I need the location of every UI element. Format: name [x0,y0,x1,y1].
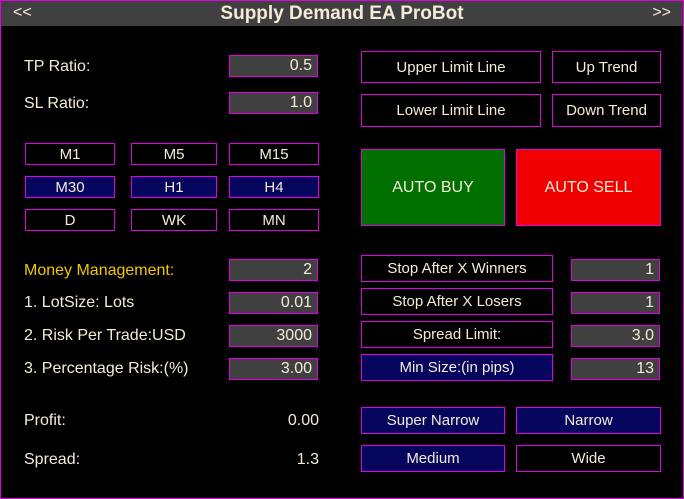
narrow-button[interactable]: Narrow [516,407,661,434]
tp-ratio-input[interactable]: 0.5 [229,55,318,77]
lotsize-input[interactable]: 0.01 [229,292,318,314]
timeframe-m15-button[interactable]: M15 [229,143,319,165]
up-trend-button[interactable]: Up Trend [552,51,661,83]
timeframe-m1-button[interactable]: M1 [25,143,115,165]
timeframe-h1-button[interactable]: H1 [131,176,217,198]
collapse-right-button[interactable]: >> [652,4,671,22]
super-narrow-button[interactable]: Super Narrow [361,407,505,434]
stop-after-losers-input[interactable]: 1 [571,292,660,314]
spread-limit-input[interactable]: 3.0 [571,325,660,347]
money-management-input[interactable]: 2 [229,259,318,281]
spread-value: 1.3 [296,451,319,468]
risk-per-trade-input[interactable]: 3000 [229,325,318,347]
stop-after-losers-button[interactable]: Stop After X Losers [361,288,553,315]
timeframe-m30-button[interactable]: M30 [25,176,115,198]
tp-ratio-label: TP Ratio: [24,58,91,75]
upper-limit-line-button[interactable]: Upper Limit Line [361,51,541,83]
profit-value: 0.00 [287,412,319,429]
percentage-risk-label: 3. Percentage Risk:(%) [24,360,189,377]
wide-button[interactable]: Wide [516,445,661,472]
auto-sell-button[interactable]: AUTO SELL [516,149,661,226]
lower-limit-line-button[interactable]: Lower Limit Line [361,94,541,127]
risk-per-trade-label: 2. Risk Per Trade:USD [24,327,186,344]
down-trend-button[interactable]: Down Trend [552,94,661,127]
min-size-button[interactable]: Min Size:(in pips) [361,354,553,381]
title-bar: Supply Demand EA ProBot << >> [1,1,683,26]
timeframe-wk-button[interactable]: WK [131,209,217,231]
ea-panel: Supply Demand EA ProBot << >> TP Ratio: … [0,0,684,499]
stop-after-winners-button[interactable]: Stop After X Winners [361,255,553,282]
sl-ratio-label: SL Ratio: [24,95,90,112]
auto-buy-button[interactable]: AUTO BUY [361,149,505,226]
stop-after-winners-input[interactable]: 1 [571,259,660,281]
money-management-label: Money Management: [24,262,175,279]
profit-label: Profit: [24,412,66,429]
timeframe-h4-button[interactable]: H4 [229,176,319,198]
min-size-input[interactable]: 13 [571,358,660,380]
panel-title: Supply Demand EA ProBot [220,3,464,24]
timeframe-d-button[interactable]: D [25,209,115,231]
timeframe-mn-button[interactable]: MN [229,209,319,231]
spread-limit-button[interactable]: Spread Limit: [361,321,553,348]
timeframe-m5-button[interactable]: M5 [131,143,217,165]
sl-ratio-input[interactable]: 1.0 [229,92,318,114]
medium-button[interactable]: Medium [361,445,505,472]
percentage-risk-input[interactable]: 3.00 [229,358,318,380]
collapse-left-button[interactable]: << [13,4,32,22]
lotsize-label: 1. LotSize: Lots [24,294,135,311]
spread-label: Spread: [24,451,81,468]
